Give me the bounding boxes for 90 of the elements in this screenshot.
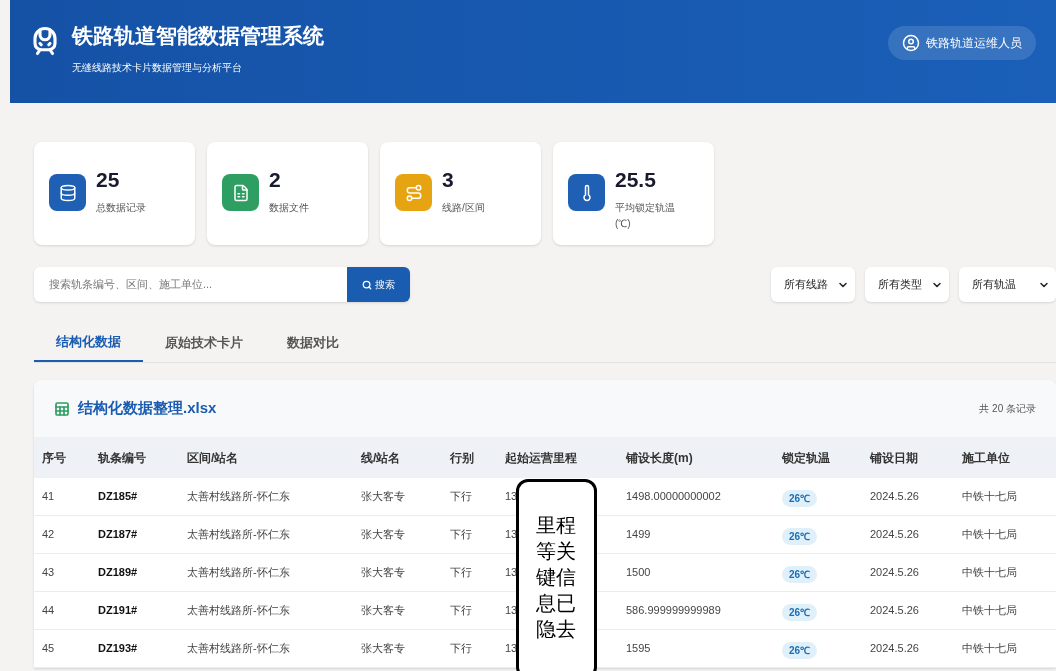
redaction-note: 里程等关键信息已隐去 [516, 479, 597, 671]
filter-dropdown[interactable]: 所有线路 [771, 267, 855, 302]
user-icon [902, 34, 920, 52]
table-cell-text: 2024.5.26 [870, 489, 919, 505]
temperature-badge: 26℃ [782, 527, 818, 545]
table-cell-text: 太善村线路所-怀仁东 [187, 603, 290, 619]
stat-label: 总数据记录 [96, 200, 147, 215]
stat-value: 25 [96, 167, 121, 193]
table-cell-text: 中铁十七局 [962, 489, 1017, 505]
temperature-badge: 26℃ [782, 489, 818, 507]
column-header: 行别 [450, 449, 475, 467]
column-header: 起始运营里程 [505, 449, 578, 467]
search-icon [362, 279, 372, 290]
table-cell-text: 2024.5.26 [870, 603, 919, 619]
stat-value: 2 [269, 167, 282, 193]
table-cell-text: 中铁十七局 [962, 641, 1017, 657]
stat-label: 平均锁定轨温(℃) [615, 200, 676, 231]
train-icon [30, 26, 60, 56]
tab[interactable]: 原始技术卡片 [143, 324, 265, 362]
table-cell-text: 43 [42, 565, 55, 581]
temperature-badge: 26℃ [782, 641, 818, 659]
stat-value: 3 [442, 167, 455, 193]
column-header: 铺设日期 [870, 449, 919, 467]
table-cell-text: 1595 [626, 641, 651, 657]
table-cell-text: 13 [505, 489, 518, 505]
record-count: 共 20 条记录 [979, 402, 1036, 416]
column-header: 施工单位 [962, 449, 1011, 467]
table-cell-text: 太善村线路所-怀仁东 [187, 527, 290, 543]
table-cell-text: 下行 [450, 527, 472, 543]
route-icon [395, 174, 432, 211]
filter-dropdown[interactable]: 所有轨温 [959, 267, 1056, 302]
table-cell-text: 下行 [450, 603, 472, 619]
column-header: 线/站名 [361, 449, 402, 467]
table-cell-text: 13 [505, 527, 518, 543]
column-header: 轨条编号 [98, 449, 147, 467]
table-cell-text: 13 [505, 565, 518, 581]
spreadsheet-file-icon [222, 174, 259, 211]
table-cell-text: 13 [505, 603, 518, 619]
table-cell-text: DZ193# [98, 641, 138, 657]
column-header: 铺设长度(m) [626, 449, 694, 467]
table-cell-text: 下行 [450, 565, 472, 581]
table-cell-text: 1498.00000000002 [626, 489, 721, 505]
temperature-badge: 26℃ [782, 565, 818, 583]
thermometer-icon [568, 174, 605, 211]
app-title: 铁路轨道智能数据管理系统 [72, 23, 324, 49]
app-subtitle: 无缝线路技术卡片数据管理与分析平台 [72, 60, 243, 75]
column-header: 锁定轨温 [782, 449, 831, 467]
table-cell-text: 2024.5.26 [870, 527, 919, 543]
table-cell-text: 张大客专 [361, 527, 405, 543]
table-cell-text: 张大客专 [361, 641, 405, 657]
table-cell-text: 2024.5.26 [870, 565, 919, 581]
table-cell-text: 586.999999999989 [626, 603, 721, 619]
tab[interactable]: 数据对比 [265, 324, 361, 362]
table-cell-text: 太善村线路所-怀仁东 [187, 641, 290, 657]
table-cell-text: 1499 [626, 527, 651, 543]
table-cell-text: 中铁十七局 [962, 603, 1017, 619]
column-header: 区间/站名 [187, 449, 240, 467]
table-cell-text: 41 [42, 489, 55, 505]
table-cell-text: 45 [42, 641, 55, 657]
tab[interactable]: 结构化数据 [34, 324, 143, 362]
table-cell-text: 太善村线路所-怀仁东 [187, 565, 290, 581]
table-cell-text: 下行 [450, 641, 472, 657]
table-icon [54, 400, 70, 417]
stat-value: 25.5 [615, 167, 657, 193]
search-field[interactable]: 搜索轨条编号、区间、施工单位... 搜索 [34, 267, 410, 302]
table-cell-text: 张大客专 [361, 489, 405, 505]
stat-label: 线路/区间 [442, 200, 486, 215]
table-title: 结构化数据整理.xlsx [78, 398, 217, 419]
table-cell-text: 张大客专 [361, 565, 405, 581]
table-cell-text: 1500 [626, 565, 651, 581]
filter-dropdown[interactable]: 所有类型 [865, 267, 949, 302]
search-button[interactable]: 搜索 [347, 267, 410, 302]
table-cell-text: 2024.5.26 [870, 641, 919, 657]
stat-label: 数据文件 [269, 200, 310, 215]
database-icon [49, 174, 86, 211]
user-button[interactable]: 铁路轨道运维人员 [888, 26, 1036, 60]
table-cell-text: 太善村线路所-怀仁东 [187, 489, 290, 505]
table-cell-text: DZ187# [98, 527, 138, 543]
table-cell-text: 44 [42, 603, 55, 619]
table-cell-text: 13 [505, 641, 518, 657]
table-cell-text: 中铁十七局 [962, 565, 1017, 581]
table-cell-text: 中铁十七局 [962, 527, 1017, 543]
table-cell-text: 下行 [450, 489, 472, 505]
temperature-badge: 26℃ [782, 603, 818, 621]
table-cell-text: 张大客专 [361, 603, 405, 619]
table-cell-text: DZ191# [98, 603, 138, 619]
column-header: 序号 [42, 449, 67, 467]
table-cell-text: DZ189# [98, 565, 138, 581]
table-cell-text: DZ185# [98, 489, 138, 505]
table-cell-text: 42 [42, 527, 55, 543]
